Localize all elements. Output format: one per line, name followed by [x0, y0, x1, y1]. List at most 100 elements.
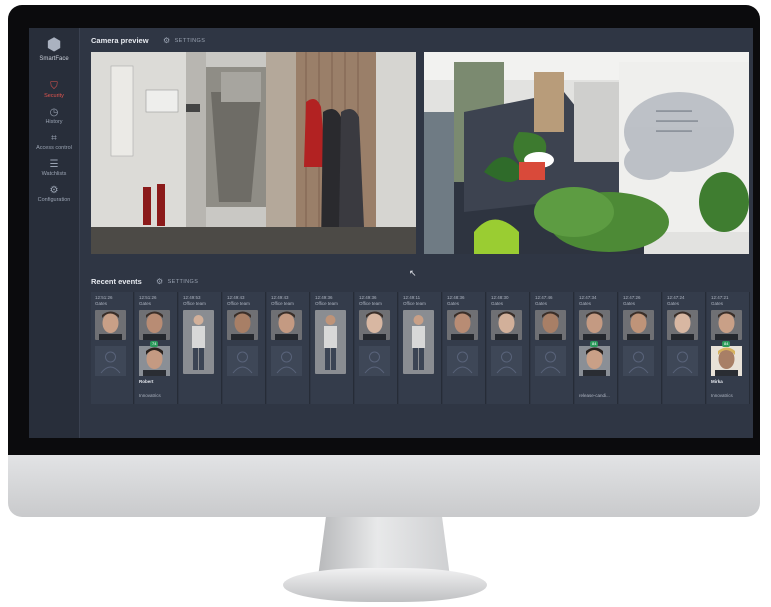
event-card[interactable]: 12:47:24 Gates [663, 292, 706, 404]
unknown-person-icon [623, 346, 654, 376]
detected-face-thumbnail[interactable] [227, 310, 258, 340]
event-time: 12:49:11 [403, 295, 421, 300]
event-card[interactable]: 12:48:36 Gates [443, 292, 486, 404]
mouse-cursor-icon: ↖ [409, 268, 417, 278]
camera-feed-corridor[interactable] [91, 52, 416, 254]
event-card[interactable]: 12:47:26 Gates [619, 292, 662, 404]
unknown-person-icon [271, 346, 302, 376]
camera-feed-office[interactable]: ▬▬▬▬▬▬ ▬▬▬▬▬▬▬ ▬▬▬▬▬▬ [424, 52, 749, 254]
event-time: 12:49:43 [271, 295, 289, 300]
svg-text:▬▬▬▬▬▬: ▬▬▬▬▬▬ [656, 128, 692, 134]
sidebar: ⬢ SmartFace ⛉ Security ◷ History ⌗ Acces… [29, 28, 80, 438]
matched-person-photo [711, 346, 742, 376]
face-scan-icon: ⌗ [51, 133, 57, 144]
event-card[interactable]: 12:47:34 Gates 84 release-candi... [575, 292, 618, 404]
list-icon: ☰ [49, 159, 59, 170]
matched-name: Mirka [711, 379, 723, 384]
event-time: 12:49:36 [315, 295, 333, 300]
event-card[interactable]: 12:49:53 Office team [179, 292, 222, 404]
event-zone: Gates [491, 301, 504, 306]
event-zone: Gates [447, 301, 460, 306]
events-settings-button[interactable]: ⚙ SETTINGS [156, 277, 198, 286]
detected-face-thumbnail[interactable] [535, 310, 566, 340]
event-time: 12:47:24 [667, 295, 685, 300]
app-logo[interactable]: ⬢ SmartFace [29, 35, 79, 63]
shield-icon: ⛉ [50, 81, 58, 92]
event-time: 12:47:26 [623, 295, 641, 300]
matched-person-photo [139, 346, 170, 376]
sidebar-item-label: Watchlists [41, 171, 67, 177]
event-zone: Gates [535, 301, 548, 306]
watchlist-name: Innovatrics [139, 393, 161, 398]
event-time: 12:51:26 [139, 295, 157, 300]
camera-image-office: ▬▬▬▬▬▬▬▬▬▬▬▬▬ ▬▬▬▬▬▬ [424, 52, 749, 254]
detected-face-thumbnail[interactable] [447, 310, 478, 340]
match-score-badge: 84 [722, 341, 731, 347]
event-zone: Gates [623, 301, 636, 306]
svg-text:▬▬▬▬▬▬▬: ▬▬▬▬▬▬▬ [656, 118, 698, 124]
event-card[interactable]: 12:51:26 Gates [91, 292, 134, 404]
unknown-person-icon [667, 346, 698, 376]
detected-face-thumbnail[interactable] [271, 310, 302, 340]
event-time: 12:49:53 [183, 295, 201, 300]
event-card[interactable]: 12:49:11 Office team [399, 292, 442, 404]
detected-face-thumbnail[interactable] [403, 310, 434, 374]
detected-face-thumbnail[interactable] [183, 310, 214, 374]
event-card[interactable]: 12:49:43 Office team [267, 292, 310, 404]
detected-face-thumbnail[interactable] [667, 310, 698, 340]
event-zone: Office team [315, 301, 338, 306]
logo-text: SmartFace [39, 56, 69, 62]
watchlist-name: Innovatrics [711, 393, 733, 398]
detected-face-thumbnail[interactable] [491, 310, 522, 340]
detected-face-thumbnail[interactable] [359, 310, 390, 340]
event-card[interactable]: 12:51:26 Gates 74 Robert Innovatrics [135, 292, 178, 404]
app-screen: ⬢ SmartFace ⛉ Security ◷ History ⌗ Acces… [29, 28, 753, 438]
sidebar-item-access-control[interactable]: ⌗ Access control [29, 133, 79, 151]
history-icon: ◷ [49, 107, 59, 118]
sidebar-item-watchlists[interactable]: ☰ Watchlists [29, 159, 79, 177]
event-time: 12:47:21 [711, 295, 729, 300]
matched-person-photo [579, 346, 610, 376]
unknown-person-icon [535, 346, 566, 376]
detected-face-thumbnail[interactable] [315, 310, 346, 374]
events-strip: 12:51:26 Gates 12:51:26 Gates 74 Robert Innova… [91, 292, 753, 404]
event-zone: Office team [403, 301, 426, 306]
event-zone: Office team [227, 301, 250, 306]
gear-icon: ⚙ [163, 36, 171, 45]
event-card[interactable]: 12:47:46 Gates [531, 292, 574, 404]
event-card[interactable]: 12:49:43 Office team [223, 292, 266, 404]
sidebar-item-history[interactable]: ◷ History [29, 107, 79, 125]
sidebar-item-security[interactable]: ⛉ Security [29, 81, 79, 99]
event-time: 12:48:30 [491, 295, 509, 300]
event-card[interactable]: 12:49:36 Office team [355, 292, 398, 404]
camera-preview-title: Camera preview [91, 36, 149, 45]
sidebar-item-configuration[interactable]: ⚙ Configuration [29, 185, 79, 203]
unknown-person-icon [95, 346, 126, 376]
sidebar-item-label: Access control [36, 145, 72, 151]
hexagon-dots-icon: ⬢ [46, 35, 62, 54]
watchlist-name: release-candi... [579, 393, 610, 398]
unknown-person-icon [447, 346, 478, 376]
sidebar-item-label: History [45, 119, 63, 125]
event-zone: Office team [271, 301, 294, 306]
event-card[interactable]: 12:48:30 Gates [487, 292, 530, 404]
match-score-badge: 74 [150, 341, 159, 347]
event-zone: Office team [359, 301, 382, 306]
event-time: 12:49:43 [227, 295, 245, 300]
unknown-person-icon [491, 346, 522, 376]
detected-face-thumbnail[interactable] [579, 310, 610, 340]
detected-face-thumbnail[interactable] [711, 310, 742, 340]
monitor-stand-foot [283, 568, 487, 602]
gear-icon: ⚙ [156, 277, 164, 286]
event-zone: Gates [139, 301, 152, 306]
detected-face-thumbnail[interactable] [139, 310, 170, 340]
event-card[interactable]: 12:47:21 Gates 84 Mirka Innovatrics [707, 292, 750, 404]
event-card[interactable]: 12:49:36 Office team [311, 292, 354, 404]
event-zone: Gates [667, 301, 680, 306]
event-zone: Gates [579, 301, 592, 306]
detected-face-thumbnail[interactable] [623, 310, 654, 340]
detected-face-thumbnail[interactable] [95, 310, 126, 340]
event-zone: Gates [95, 301, 108, 306]
unknown-person-icon [359, 346, 390, 376]
camera-settings-button[interactable]: ⚙ SETTINGS [163, 36, 205, 45]
